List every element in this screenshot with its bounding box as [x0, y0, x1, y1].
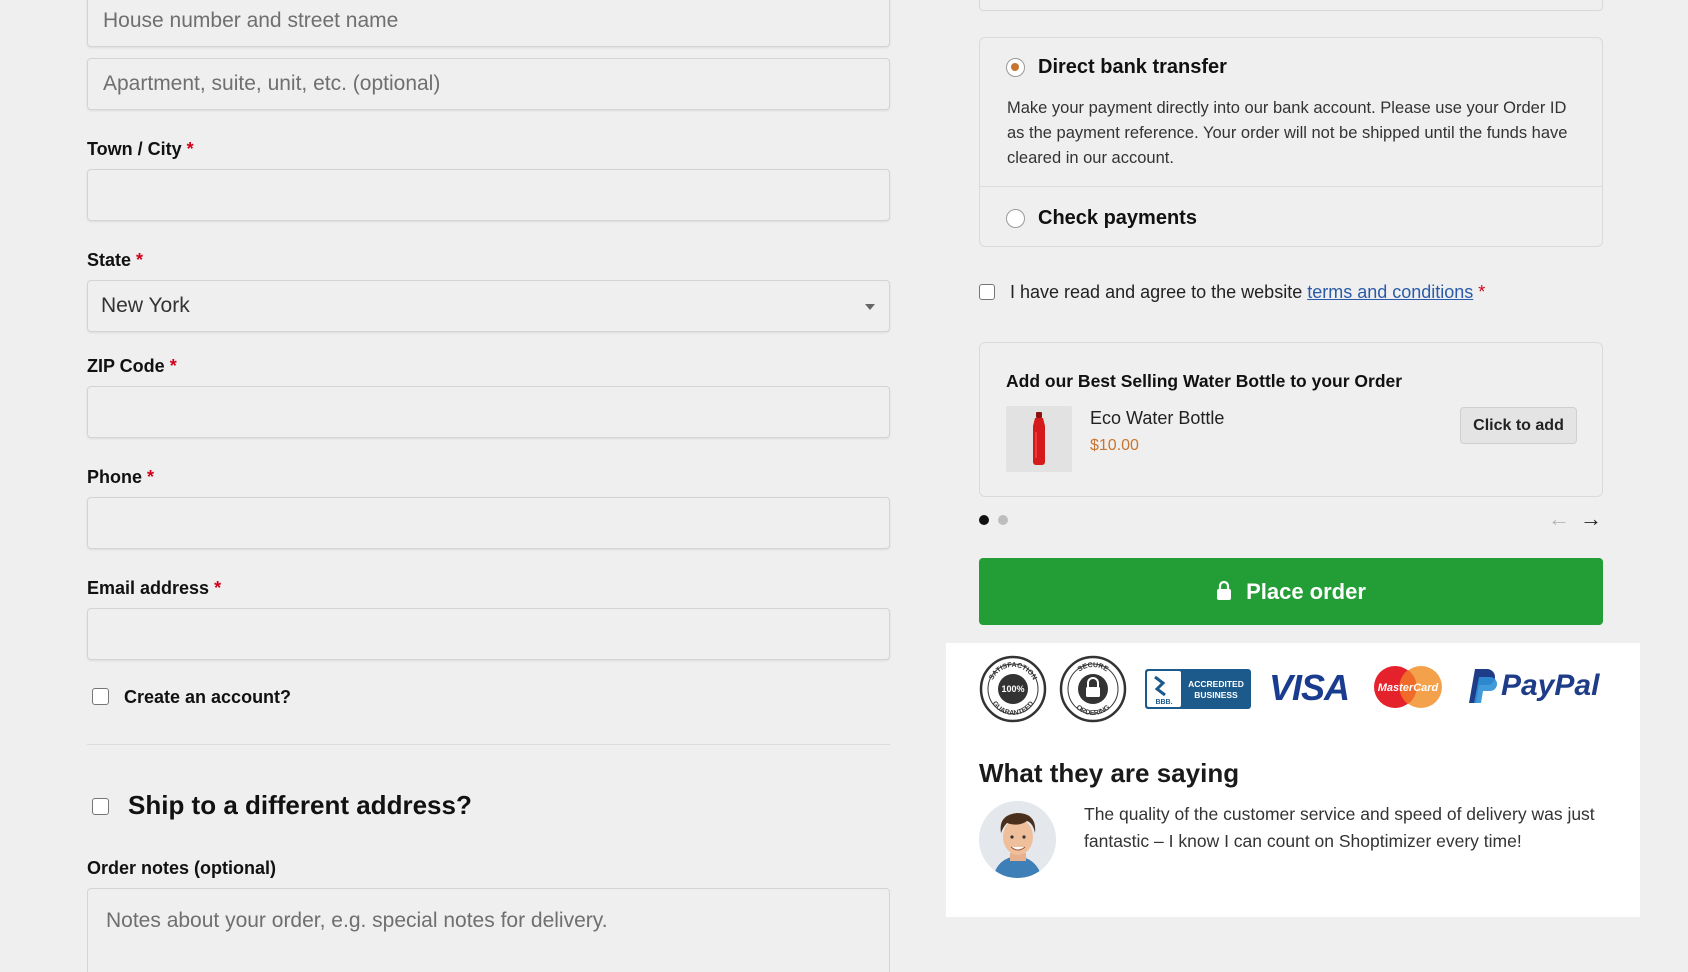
- terms-text: I have read and agree to the website ter…: [1010, 282, 1485, 303]
- lock-icon: [1217, 581, 1232, 600]
- ship-different-checkbox[interactable]: [92, 798, 109, 815]
- apartment-input[interactable]: Apartment, suite, unit, etc. (optional): [87, 58, 890, 110]
- street-address-input[interactable]: House number and street name: [87, 0, 890, 47]
- bbb-logo-icon: BBB. ACCREDITED BUSINESS: [1145, 669, 1251, 709]
- paypal-logo: PayPal: [1463, 667, 1599, 711]
- required-mark: *: [147, 467, 155, 487]
- svg-text:ACCREDITED: ACCREDITED: [1188, 679, 1244, 689]
- state-select[interactable]: New York: [87, 280, 890, 332]
- testimonial-quote: The quality of the customer service and …: [1084, 804, 1595, 851]
- town-city-label: Town / City *: [87, 139, 194, 160]
- bank-transfer-title: Direct bank transfer: [1038, 56, 1227, 78]
- phone-input[interactable]: [87, 497, 890, 549]
- apartment-placeholder: Apartment, suite, unit, etc. (optional): [103, 72, 441, 95]
- customer-avatar-icon: [979, 801, 1056, 878]
- phone-label: Phone *: [87, 467, 154, 488]
- create-account-label: Create an account?: [124, 687, 292, 707]
- email-input[interactable]: [87, 608, 890, 660]
- create-account-checkbox[interactable]: [92, 688, 109, 705]
- carousel-next-arrow-icon[interactable]: →: [1580, 506, 1602, 532]
- zip-input[interactable]: [87, 386, 890, 438]
- svg-text:BBB.: BBB.: [1155, 699, 1172, 706]
- add-to-order-button[interactable]: Click to add: [1460, 407, 1577, 444]
- email-label-text: Email address: [87, 578, 210, 598]
- secure-ordering-badge-icon: SECURE ORDERING: [1059, 655, 1127, 723]
- check-payments-radio[interactable]: [1006, 209, 1025, 228]
- carousel-prev-arrow-icon[interactable]: ←: [1548, 506, 1570, 532]
- bank-transfer-radio[interactable]: [1006, 58, 1025, 77]
- required-mark: *: [136, 250, 144, 270]
- mastercard-logo-icon: MasterCard: [1374, 666, 1442, 708]
- product-price: $10.00: [1090, 437, 1139, 454]
- state-select-value: New York: [101, 294, 190, 317]
- paypal-wordmark: PayPal: [1501, 669, 1600, 702]
- state-label-text: State: [87, 250, 132, 270]
- carousel-dot[interactable]: [998, 515, 1008, 525]
- terms-checkbox[interactable]: [979, 284, 995, 300]
- chevron-down-icon: [865, 304, 875, 310]
- ship-different-label: Ship to a different address?: [128, 790, 472, 820]
- svg-text:MasterCard: MasterCard: [1378, 682, 1439, 694]
- testimonial-title: What they are saying: [979, 758, 1240, 788]
- payment-methods-box: Direct bank transfer Make your payment d…: [979, 37, 1603, 247]
- bank-transfer-description: Make your payment directly into our bank…: [1007, 99, 1568, 167]
- zip-label: ZIP Code *: [87, 356, 177, 377]
- svg-text:100%: 100%: [1001, 684, 1024, 694]
- product-thumbnail[interactable]: [1006, 406, 1072, 472]
- required-mark: *: [169, 356, 177, 376]
- terms-link[interactable]: terms and conditions: [1307, 282, 1473, 302]
- terms-prefix: I have read and agree to the website: [1010, 282, 1308, 302]
- section-divider: [87, 744, 890, 745]
- upsell-card: Add our Best Selling Water Bottle to you…: [979, 342, 1603, 497]
- town-city-input[interactable]: [87, 169, 890, 221]
- satisfaction-guaranteed-badge-icon: SATISFACTION GUARANTEED 100%: [979, 655, 1047, 723]
- email-label: Email address *: [87, 578, 221, 599]
- svg-text:BUSINESS: BUSINESS: [1194, 690, 1238, 700]
- phone-label-text: Phone: [87, 467, 143, 487]
- order-summary-box: [979, 0, 1603, 11]
- required-mark: *: [214, 578, 222, 598]
- carousel-dot-active[interactable]: [979, 515, 989, 525]
- order-notes-textarea[interactable]: Notes about your order, e.g. special not…: [87, 888, 890, 972]
- required-mark: *: [1478, 282, 1486, 302]
- street-address-placeholder: House number and street name: [103, 9, 399, 32]
- avatar: [979, 801, 1056, 878]
- order-notes-label: Order notes (optional): [87, 858, 276, 878]
- town-city-label-text: Town / City: [87, 139, 182, 159]
- product-name: Eco Water Bottle: [1090, 408, 1225, 428]
- payment-separator: [980, 186, 1602, 187]
- place-order-label: Place order: [1246, 579, 1366, 604]
- paypal-p-icon: [1469, 669, 1497, 703]
- zip-label-text: ZIP Code: [87, 356, 165, 376]
- trust-panel: SATISFACTION GUARANTEED 100% SECURE ORDE…: [946, 643, 1640, 917]
- order-notes-placeholder: Notes about your order, e.g. special not…: [106, 909, 608, 932]
- required-mark: *: [186, 139, 194, 159]
- water-bottle-icon: [1033, 412, 1045, 465]
- check-payments-title: Check payments: [1038, 207, 1197, 229]
- bbb-accredited-badge: BBB. ACCREDITED BUSINESS: [1145, 669, 1251, 709]
- place-order-button[interactable]: Place order: [979, 558, 1603, 625]
- visa-logo: VISA: [1269, 667, 1350, 708]
- upsell-title: Add our Best Selling Water Bottle to you…: [1006, 371, 1403, 391]
- state-label: State *: [87, 250, 143, 271]
